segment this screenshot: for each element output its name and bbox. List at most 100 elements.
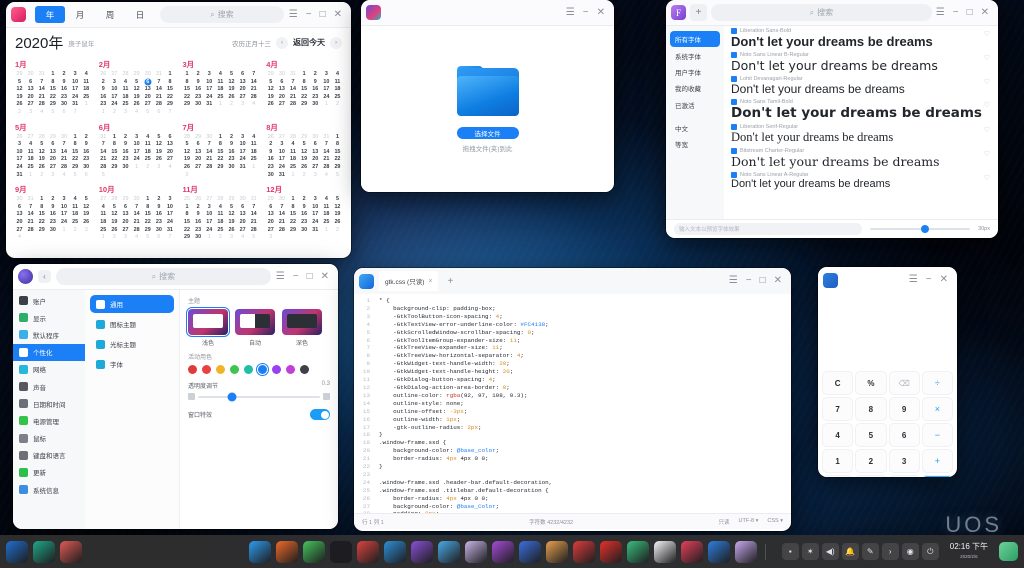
day-cell[interactable]: 23 [193,94,204,102]
close-icon[interactable]: ✕ [321,272,329,282]
theme-option-dark[interactable]: 深色 [282,309,322,347]
day-cell[interactable]: 14 [25,211,36,219]
day-cell[interactable]: 8 [47,79,58,87]
day-cell[interactable]: 30 [153,227,164,235]
fonts-window-buttons[interactable]: ☰ − □ ✕ [936,8,993,18]
day-cell[interactable]: 9 [265,149,276,157]
day-cell[interactable]: 29 [14,71,25,79]
maximize-icon[interactable]: □ [320,10,326,20]
day-cell[interactable]: 31 [25,196,36,204]
day-cell[interactable]: 11 [81,79,92,87]
day-cell[interactable]: 31 [287,71,298,79]
month-day-grid[interactable]: 2627282930311234567891011121314151617181… [98,71,176,117]
day-cell[interactable]: 26 [14,134,25,142]
day-cell[interactable]: 21 [204,156,215,164]
day-cell[interactable]: 23 [226,156,237,164]
day-cell[interactable]: 11 [120,86,131,94]
code-line[interactable]: background-color: @base_color; [379,447,791,455]
fonts-list[interactable]: Liberation Sans-BoldDon't let your dream… [724,26,998,219]
favorite-heart-icon[interactable]: ♡ [984,30,990,38]
minimize-icon[interactable]: − [293,272,299,282]
day-cell[interactable]: 27 [310,164,321,172]
day-cell[interactable]: 21 [153,94,164,102]
day-cell[interactable]: 7 [204,141,215,149]
month-day-grid[interactable]: 3031123456789101112131415161718192021222… [14,196,92,242]
day-cell[interactable]: 4 [248,134,259,142]
day-cell[interactable]: 13 [310,149,321,157]
day-cell[interactable]: 9 [120,141,131,149]
calc-key-+[interactable]: + [922,449,953,473]
day-cell[interactable]: 7 [153,79,164,87]
code-line[interactable]: -gtk-outline-radius: 2px; [379,424,791,432]
font-preview-input[interactable]: 输入文本以预览字体效果 [674,223,862,235]
day-cell[interactable]: 25 [70,219,81,227]
day-cell[interactable]: 8 [299,79,310,87]
day-cell[interactable]: 27 [98,196,109,204]
day-cell[interactable]: 26 [109,227,120,235]
day-cell[interactable]: 7 [131,204,142,212]
day-cell[interactable]: 4 [25,141,36,149]
day-cell[interactable]: 31 [36,71,47,79]
day-cell[interactable]: 10 [164,204,175,212]
notes-icon[interactable] [519,541,541,563]
day-cell[interactable]: 28 [120,71,131,79]
font-list-item[interactable]: Noto Sans Linear A-RegularDon't let your… [724,170,998,191]
day-cell[interactable]: 21 [98,156,109,164]
volume-icon[interactable]: ◀) [822,543,839,560]
day-cell[interactable]: 3 [120,109,131,117]
day-cell[interactable]: 26 [226,94,237,102]
calc-key-5[interactable]: 5 [855,423,886,447]
menu-icon[interactable]: ☰ [276,272,285,282]
day-cell[interactable]: 2 [193,71,204,79]
day-cell[interactable]: 28 [58,164,69,172]
image-viewer-icon[interactable] [438,541,460,563]
day-cell[interactable]: 4 [14,234,25,242]
day-cell[interactable]: 30 [310,101,321,109]
day-cell[interactable]: 27 [47,164,58,172]
month-day-grid[interactable]: 2728293012345678910111213141516171819202… [98,196,176,242]
day-cell[interactable]: 20 [276,94,287,102]
day-cell[interactable]: 10 [276,149,287,157]
day-cell[interactable]: 25 [321,219,332,227]
day-cell[interactable]: 4 [131,109,142,117]
day-cell[interactable]: 5 [332,172,343,180]
day-cell[interactable]: 28 [182,134,193,142]
day-cell[interactable]: 10 [204,211,215,219]
day-cell[interactable]: 6 [310,141,321,149]
day-cell[interactable]: 1 [321,101,332,109]
day-cell[interactable]: 5 [109,204,120,212]
day-cell[interactable]: 7 [98,141,109,149]
day-cell[interactable]: 2 [299,196,310,204]
day-cell[interactable]: 10 [321,79,332,87]
movie-icon[interactable] [276,541,298,563]
day-cell[interactable]: 19 [81,211,92,219]
day-cell[interactable]: 12 [182,149,193,157]
minimize-icon[interactable]: − [746,276,752,286]
font-list-item[interactable]: Noto Sans Tamil-BoldDon't let your dream… [724,97,998,122]
day-cell[interactable]: 28 [248,227,259,235]
archive-icon[interactable] [627,541,649,563]
day-cell[interactable]: 8 [142,204,153,212]
day-cell[interactable]: 13 [164,141,175,149]
day-cell[interactable]: 19 [153,149,164,157]
day-cell[interactable]: 13 [237,211,248,219]
day-cell[interactable]: 5 [332,196,343,204]
day-cell[interactable]: 8 [287,204,298,212]
day-cell[interactable]: 17 [58,211,69,219]
month-day-grid[interactable]: 2627282930311234567891011121314151617181… [265,134,343,180]
day-cell[interactable]: 9 [226,141,237,149]
day-cell[interactable]: 19 [109,219,120,227]
day-cell[interactable]: 5 [131,79,142,87]
settings-sidebar[interactable]: 账户显示默认程序个性化网络声音日期和时间电源管理鼠标键盘和语言更新系统信息 [13,290,85,529]
day-cell[interactable]: 4 [70,196,81,204]
code-line[interactable]: outline-color: rgba(92, 97, 108, 0.3); [379,392,791,400]
day-cell[interactable]: 30 [204,134,215,142]
day-cell[interactable]: 19 [332,211,343,219]
day-cell[interactable]: 30 [226,164,237,172]
music-icon[interactable] [303,541,325,563]
day-cell[interactable]: 1 [204,234,215,242]
archive-window-buttons[interactable]: ☰ − ✕ [566,8,609,18]
day-cell[interactable]: 29 [226,196,237,204]
day-cell[interactable]: 7 [25,204,36,212]
sidebar-item-default-apps[interactable]: 默认程序 [13,326,85,343]
